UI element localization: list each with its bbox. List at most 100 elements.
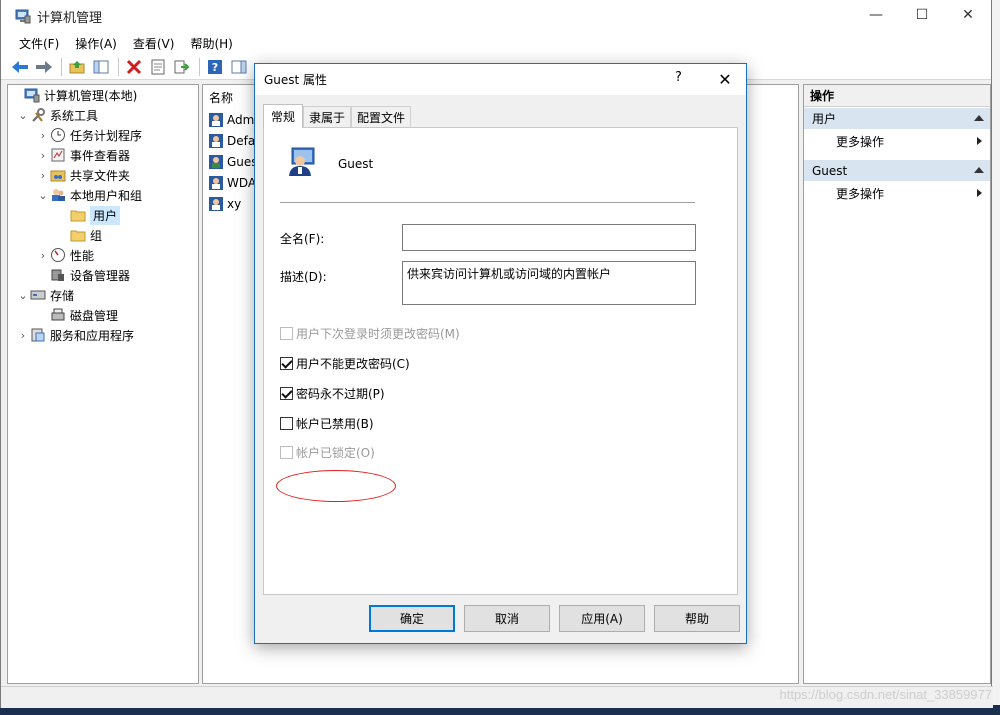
tab-profile[interactable]: 配置文件 [351,106,412,128]
forward-arrow-icon[interactable] [33,56,55,78]
close-button[interactable]: ✕ [945,0,991,30]
menu-file[interactable]: 文件(F) [11,35,67,52]
dialog-buttons: 确定 取消 应用(A) 帮助 [369,605,749,632]
tree-item-event-viewer[interactable]: › 事件查看器 [8,145,198,165]
more-actions-label: 更多操作 [836,186,885,201]
actions-section-guest[interactable]: Guest [804,159,990,181]
tree-item-label: 系统工具 [50,108,99,123]
back-arrow-icon[interactable] [9,56,31,78]
tree-item-task-scheduler[interactable]: › 任务计划程序 [8,125,198,145]
tab-general[interactable]: 常规 [263,104,304,128]
account-locked-checkbox[interactable]: 帐户已锁定(O) [280,444,375,461]
divider [280,202,695,203]
tree-item-shared-folders[interactable]: › 共享文件夹 [8,165,198,185]
tree-item-label: 服务和应用程序 [50,328,135,343]
more-actions-item[interactable]: 更多操作 [804,129,990,153]
tree-item-performance[interactable]: › 性能 [8,245,198,265]
tree-item-label: 共享文件夹 [70,168,131,183]
more-actions-item[interactable]: 更多操作 [804,181,990,205]
user-account-icon [208,154,224,170]
chevron-right-icon[interactable]: › [16,329,30,342]
device-manager-icon [50,267,66,283]
properties-icon[interactable] [147,56,169,78]
chevron-down-icon[interactable]: ⌄ [36,189,50,202]
delete-icon[interactable] [123,56,145,78]
help-icon[interactable]: ? [204,56,226,78]
tree-item-storage[interactable]: ⌄ 存储 [8,285,198,305]
tree-item-system-tools[interactable]: ⌄ 系统工具 [8,105,198,125]
export-icon[interactable] [171,56,193,78]
user-account-icon [208,175,224,191]
chevron-right-icon[interactable]: › [36,169,50,182]
chevron-down-icon[interactable]: ⌄ [16,289,30,302]
dialog-title: Guest 属性 [264,73,328,87]
tree-item-groups[interactable]: 组 [8,225,198,245]
checkbox-label: 用户下次登录时须更改密码(M) [296,327,460,341]
must-change-password-checkbox[interactable]: 用户下次登录时须更改密码(M) [280,325,460,342]
general-tab-panel: Guest 全名(F): 描述(D): 供来宾访问计算机或访问域的内置帐户 用户… [263,127,738,595]
tree-item-computer-management[interactable]: 计算机管理(本地) [8,85,198,105]
ok-button[interactable]: 确定 [369,605,455,632]
user-name-label: Guest [338,157,374,171]
menu-bar: 文件(F) 操作(A) 查看(V) 帮助(H) [1,32,991,54]
tree-item-label: 事件查看器 [70,148,131,163]
chevron-right-icon[interactable]: › [36,149,50,162]
tree-item-label: 组 [90,228,103,243]
chevron-down-icon[interactable]: ⌄ [16,109,30,122]
help-button[interactable]: 帮助 [654,605,740,632]
tab-member-of[interactable]: 隶属于 [303,106,352,128]
folder-icon [70,227,86,243]
checkbox-label: 帐户已禁用(B) [296,417,374,431]
tree-item-users[interactable]: 用户 [8,205,198,225]
checkbox-box[interactable] [280,387,293,400]
maximize-button[interactable]: ☐ [899,0,945,30]
user-avatar-icon [286,145,318,177]
account-disabled-checkbox[interactable]: 帐户已禁用(B) [280,415,374,432]
dialog-tabs: 常规 隶属于 配置文件 [263,104,412,128]
actions-section-users[interactable]: 用户 [804,107,990,129]
password-never-expires-checkbox[interactable]: 密码永不过期(P) [280,385,385,402]
tree-item-disk-management[interactable]: 磁盘管理 [8,305,198,325]
collapse-icon[interactable] [974,167,984,173]
menu-view[interactable]: 查看(V) [125,35,183,52]
cancel-button[interactable]: 取消 [464,605,550,632]
tree-item-label: 存储 [50,288,75,303]
checkbox-box[interactable] [280,446,293,459]
toolbar-separator [61,57,62,76]
guest-properties-dialog: Guest 属性 ? ✕ 常规 隶属于 配置文件 Guest 全名(F): 描述… [254,63,747,644]
chevron-right-icon[interactable]: › [36,129,50,142]
menu-help[interactable]: 帮助(H) [182,35,240,52]
checkbox-box[interactable] [280,417,293,430]
user-account-icon [208,196,224,212]
chevron-right-icon[interactable]: › [36,249,50,262]
list-item-label: xy [227,196,242,211]
collapse-icon[interactable] [974,115,984,121]
tree-item-local-users-groups[interactable]: ⌄ 本地用户和组 [8,185,198,205]
storage-icon [30,287,46,303]
user-account-icon [208,112,224,128]
description-input[interactable]: 供来宾访问计算机或访问域的内置帐户 [402,261,696,305]
dialog-close-button[interactable]: ✕ [713,68,737,90]
checkbox-box[interactable] [280,357,293,370]
show-action-pane-icon[interactable] [228,56,250,78]
list-item-label: Defa [227,133,256,148]
tree-item-label: 性能 [70,248,95,263]
tree-item-device-manager[interactable]: 设备管理器 [8,265,198,285]
menu-action[interactable]: 操作(A) [67,35,125,52]
tree-item-services-applications[interactable]: › 服务和应用程序 [8,325,198,345]
section-label: 用户 [812,112,837,126]
up-folder-icon[interactable] [66,56,88,78]
tree-item-label: 计算机管理(本地) [44,88,138,103]
watermark: https://blog.csdn.net/sinat_33859977 [779,687,993,702]
cannot-change-password-checkbox[interactable]: 用户不能更改密码(C) [280,355,410,372]
event-viewer-icon [50,147,66,163]
checkbox-box[interactable] [280,327,293,340]
show-hide-tree-icon[interactable] [90,56,112,78]
title-bar: 计算机管理 — ☐ ✕ [1,0,991,32]
computer-icon [24,87,40,103]
fullname-input[interactable] [402,224,696,251]
actions-title: 操作 [804,85,990,107]
minimize-button[interactable]: — [853,0,899,30]
apply-button[interactable]: 应用(A) [559,605,645,632]
help-question-button[interactable]: ? [675,70,682,85]
